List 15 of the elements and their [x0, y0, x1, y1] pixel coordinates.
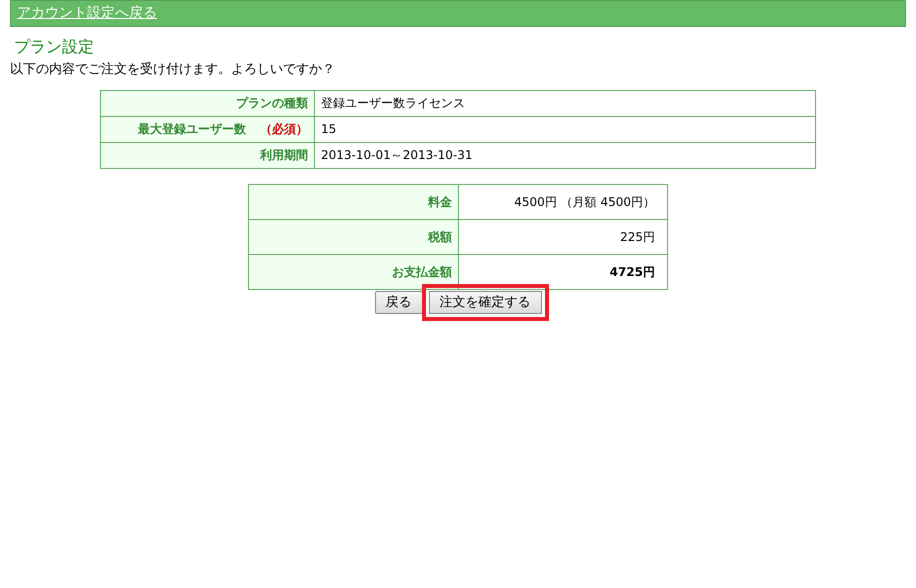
- field-label: 最大登録ユーザー数: [138, 122, 246, 136]
- label-cell: プランの種類: [100, 90, 314, 116]
- value-cell: 15: [314, 116, 816, 142]
- label-cell: 利用期間: [100, 142, 314, 168]
- required-mark: （必須）: [260, 122, 308, 136]
- confirmation-message: 以下の内容でご注文を受け付けます。よろしいですか？: [10, 61, 336, 80]
- label-cell: お支払金額: [248, 254, 458, 290]
- value-cell: 2013-10-01～2013-10-31: [314, 142, 816, 168]
- value-cell: 4500円 （月額 4500円）: [458, 184, 668, 220]
- action-button[interactable]: 戻る: [374, 290, 422, 314]
- label-cell: 料金: [248, 184, 458, 220]
- value-cell: 225円: [458, 219, 668, 254]
- value-cell: 登録ユーザー数ライセンス: [314, 90, 816, 116]
- label-cell: 税額: [248, 219, 458, 254]
- page-title: プラン設定: [14, 37, 95, 56]
